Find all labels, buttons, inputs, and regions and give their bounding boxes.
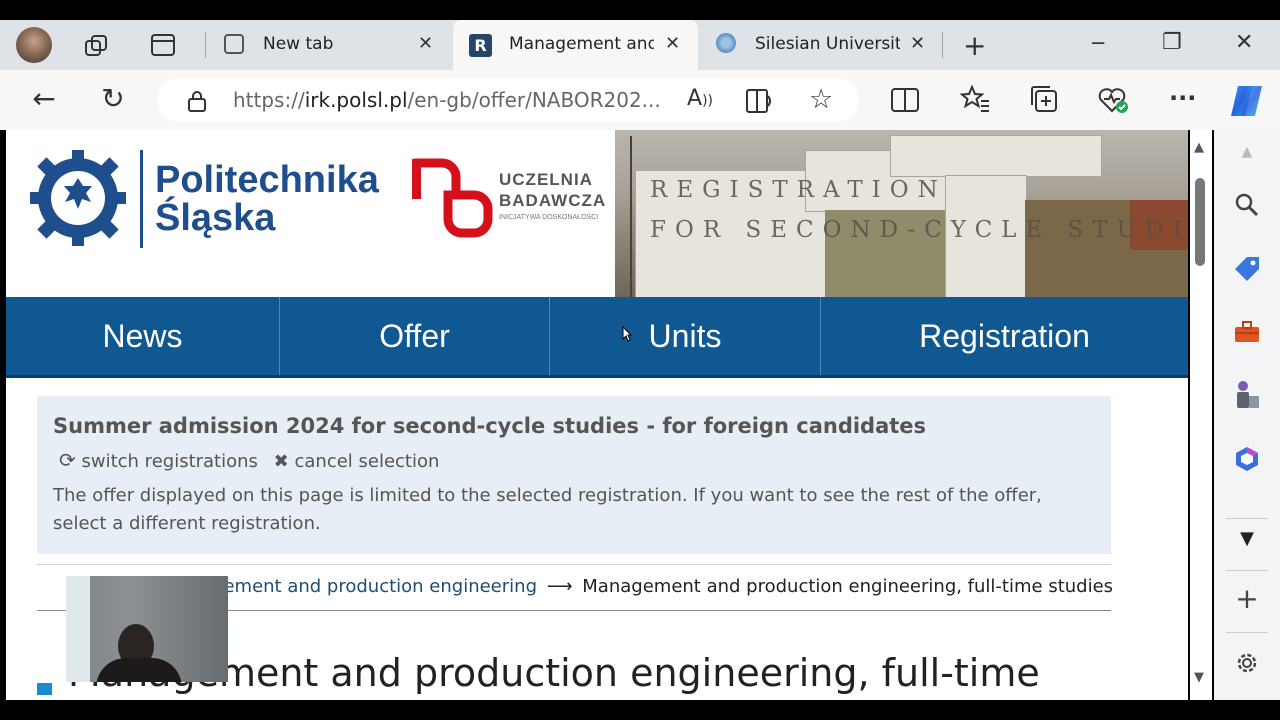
address-bar[interactable]: https://irk.polsl.pl/en-gb/offer/NABOR20… (157, 78, 859, 122)
scroll-up-arrow-icon[interactable]: ▲ (1194, 140, 1204, 155)
tab-separator (205, 32, 206, 58)
university-name-line2: Śląska (155, 197, 276, 239)
browser-toolbar: ← ↻ https://irk.polsl.pl/en-gb/offer/NAB… (0, 70, 1280, 130)
banner-title: REGISTRATION FOR SECOND-CYCLE STUDIES (650, 177, 1188, 243)
close-tab-icon[interactable]: ✕ (665, 33, 680, 54)
webcam-overlay (66, 576, 228, 682)
new-tab-favicon (224, 34, 244, 54)
badge-line2: BADAWCZA (499, 191, 607, 210)
logo-divider (140, 150, 143, 248)
notice-title: Summer admission 2024 for second-cycle s… (53, 414, 927, 438)
lock-icon[interactable] (188, 90, 206, 116)
url-text[interactable]: https://irk.polsl.pl/en-gb/offer/NABOR20… (233, 78, 661, 122)
sidebar-scroll-down-icon[interactable]: ▼ (1232, 528, 1262, 549)
site-header-logo-area: Politechnika Śląska UCZELNIA BADAWCZA IN… (6, 130, 615, 297)
heading-marker (37, 683, 52, 695)
search-icon[interactable] (1232, 192, 1262, 224)
tools-icon[interactable] (1232, 320, 1262, 350)
browser-essentials-icon[interactable] (1098, 85, 1130, 119)
university-logo[interactable] (28, 148, 128, 252)
cancel-selection-label: cancel selection (294, 451, 440, 472)
close-tab-icon[interactable]: ✕ (418, 33, 433, 54)
university-favicon (716, 33, 736, 53)
breadcrumb-current: Management and production engineering, f… (582, 576, 1114, 597)
cancel-selection-link[interactable]: ✖ cancel selection (274, 451, 440, 472)
mouse-cursor (622, 325, 633, 346)
screen-top-edge (0, 0, 1280, 20)
tab-separator (942, 32, 943, 58)
tab-actions-icon[interactable] (151, 34, 175, 56)
sidebar-collapse-up-icon[interactable]: ▲ (1232, 144, 1262, 160)
favorites-icon[interactable] (959, 84, 990, 117)
research-university-logo (404, 155, 496, 249)
new-tab-button[interactable]: + (963, 29, 986, 62)
tab-label: New tab (263, 34, 334, 54)
games-icon[interactable] (1232, 380, 1262, 416)
restore-button[interactable]: ❐ (1162, 30, 1182, 55)
university-name-line1: Politechnika (155, 159, 379, 201)
more-options-icon[interactable]: ··· (1169, 84, 1196, 112)
breadcrumb-link[interactable]: agement and production engineering (201, 576, 537, 597)
scroll-thumb[interactable] (1195, 178, 1205, 266)
tab-label: Silesian University of Technology (755, 34, 900, 54)
shopping-tag-icon[interactable] (1232, 255, 1262, 287)
profile-avatar[interactable] (16, 27, 52, 63)
sidebar-divider (1226, 570, 1268, 571)
read-aloud-icon[interactable]: A)) (687, 86, 713, 111)
switch-registrations-link[interactable]: ⟳ switch registrations (59, 448, 264, 472)
page-scrollbar[interactable]: ▲ ▼ (1190, 130, 1212, 700)
add-sidebar-app-icon[interactable]: + (1232, 582, 1262, 615)
badge-line1: UCZELNIA (499, 170, 593, 189)
browser-sidebar: ▲ ▼ + (1214, 130, 1280, 700)
breadcrumb-arrow-icon: ⟶ (546, 576, 573, 597)
sidebar-divider (1226, 632, 1268, 633)
cancel-x-icon: ✖ (273, 451, 289, 472)
microsoft-365-icon[interactable] (1232, 445, 1262, 479)
campus-banner-photo: REGISTRATION FOR SECOND-CYCLE STUDIES (615, 130, 1188, 297)
settings-gear-icon[interactable] (1232, 650, 1262, 682)
badge-line3: INICJATYWA DOSKONAŁOŚCI (499, 214, 599, 221)
breadcrumb: agement and production engineering ⟶ Man… (201, 576, 1113, 597)
nav-registration[interactable]: Registration (821, 297, 1188, 375)
breadcrumb-rule (37, 564, 1111, 565)
nav-offer[interactable]: Offer (280, 297, 549, 375)
minimize-button[interactable]: ─ (1092, 31, 1104, 55)
webcam-window-light (66, 576, 90, 682)
switch-registrations-label: switch registrations (81, 451, 258, 472)
back-button[interactable]: ← (28, 82, 60, 115)
registration-notice: Summer admission 2024 for second-cycle s… (37, 396, 1111, 554)
sync-icon: ⟳ (59, 448, 76, 472)
outlook-icon-partial[interactable] (1232, 510, 1262, 518)
screen-bottom-edge (0, 700, 1280, 720)
workspaces-icon[interactable] (84, 33, 110, 59)
refresh-button[interactable]: ↻ (97, 82, 129, 115)
copilot-icon[interactable] (1228, 83, 1266, 123)
notice-text: The offer displayed on this page is limi… (53, 485, 1042, 534)
close-tab-icon[interactable]: ✕ (910, 33, 925, 54)
banner-divider (630, 136, 632, 297)
nav-news[interactable]: News (6, 297, 279, 375)
site-favicon: R (469, 34, 492, 57)
main-navigation: News Offer Units Registration (6, 297, 1188, 378)
scroll-down-arrow-icon[interactable]: ▼ (1194, 670, 1204, 685)
notice-actions: ⟳ switch registrations ✖ cancel selectio… (59, 448, 439, 472)
tab-label: Management and production engineering (509, 34, 654, 54)
tab-active[interactable]: R Management and production engineering … (453, 20, 698, 70)
tab-strip: New tab ✕ R Management and production en… (0, 20, 1280, 70)
close-window-button[interactable]: ✕ (1235, 30, 1253, 55)
immersive-reader-icon[interactable] (746, 88, 774, 118)
collections-icon[interactable] (1030, 85, 1058, 117)
tab-new-tab[interactable]: New tab ✕ (210, 20, 450, 70)
nav-units[interactable]: Units (550, 297, 820, 375)
favorite-star-icon[interactable]: ☆ (809, 84, 833, 115)
tab-silesian[interactable]: Silesian University of Technology ✕ (700, 20, 940, 70)
sidebar-divider (1226, 518, 1268, 519)
split-screen-icon[interactable] (891, 88, 919, 116)
